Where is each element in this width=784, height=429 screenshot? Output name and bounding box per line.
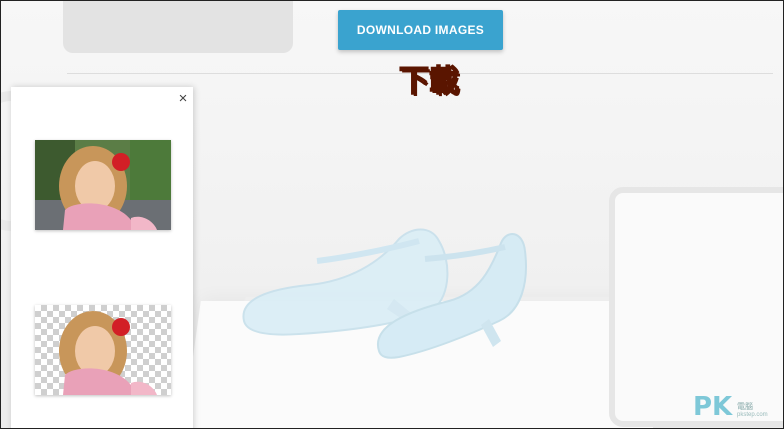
watermark-url: pkstep.com [737,412,768,418]
watermark-sub: 電腦 [737,402,753,411]
background-device [63,1,293,53]
background-monitor [609,187,783,427]
download-caption: 下載 [398,63,459,99]
app-frame: DOWNLOAD IMAGES 下載 × PK 電腦 pkstep.com [0,0,784,429]
download-images-button[interactable]: DOWNLOAD IMAGES [338,10,503,50]
site-watermark: PK 電腦 pkstep.com [693,392,783,424]
girl-cutout-icon [59,311,157,395]
close-icon[interactable]: × [175,91,191,107]
shoes-image [242,228,527,359]
watermark-brand: PK [693,392,733,422]
thumbnail-panel: × [11,87,193,428]
cutout-thumbnail[interactable] [35,305,171,395]
original-thumbnail[interactable] [35,140,171,230]
girl-photo-icon [35,140,171,230]
